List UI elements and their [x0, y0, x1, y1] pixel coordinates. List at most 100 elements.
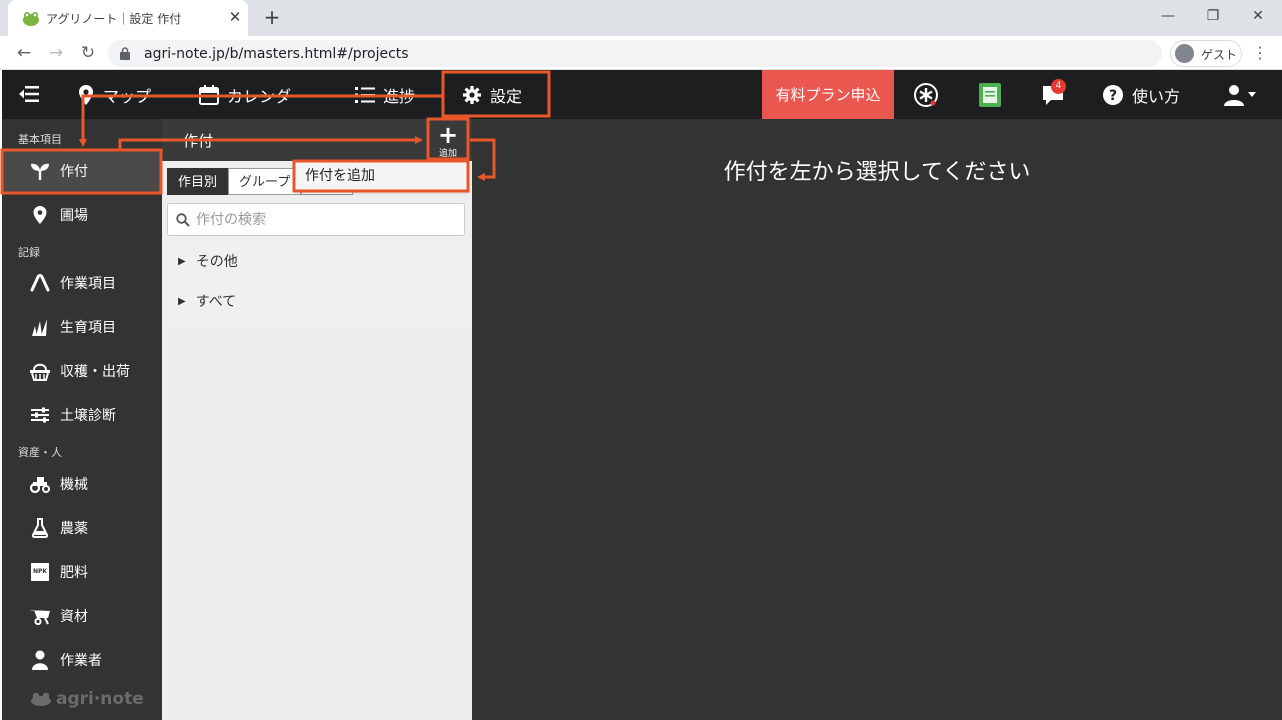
add-button[interactable]: + 追加: [428, 119, 468, 161]
sidebar-item-label: 収穫・出荷: [60, 364, 130, 380]
wheelbarrow-icon: [30, 610, 50, 625]
sidebar-item-machines[interactable]: 機械: [2, 462, 162, 506]
avatar-icon: [1175, 44, 1194, 63]
sidebar: 基本項目 作付 圃場 記録 作業項目 生育項目 収穫・出荷 土壌診断 資産・人 …: [2, 119, 162, 720]
tree-item-label: その他: [195, 254, 238, 270]
add-crop-menu-item[interactable]: 作付を追加: [294, 161, 468, 191]
window-close-button[interactable]: ✕: [1240, 4, 1276, 28]
sidebar-item-fields[interactable]: 圃場: [2, 193, 162, 237]
nav-map-label: マップ: [103, 86, 152, 106]
reload-icon[interactable]: ↻: [76, 41, 100, 65]
work-icon: [30, 274, 50, 292]
asterisk-button[interactable]: [913, 82, 939, 108]
tree-item-all[interactable]: ▶ すべて: [162, 281, 472, 321]
search-icon: [176, 213, 190, 227]
empty-state-message: 作付を左から選択してください: [723, 160, 1031, 185]
calendar-icon: [199, 84, 219, 105]
location-pin-icon: [33, 206, 47, 224]
sidebar-item-crops[interactable]: 作付: [2, 149, 162, 193]
profile-label: ゲスト: [1201, 48, 1238, 62]
sidebar-item-work[interactable]: 作業項目: [2, 261, 162, 305]
gear-icon: [463, 85, 481, 104]
new-tab-button[interactable]: +: [260, 5, 284, 29]
report-book-button[interactable]: [977, 82, 1003, 108]
frog-logo-icon: [31, 692, 51, 706]
sidebar-item-label: 機械: [60, 477, 88, 493]
flask-icon: [31, 518, 49, 538]
list-icon: [355, 86, 375, 103]
section-records-label: 記録: [18, 246, 40, 259]
sidebar-item-growth[interactable]: 生育項目: [2, 305, 162, 349]
plus-icon: +: [438, 121, 459, 149]
profile-button[interactable]: ゲスト: [1170, 40, 1242, 67]
user-menu-button[interactable]: [1224, 82, 1258, 108]
crop-list-panel: 作付 + 追加 作目別 グループ ▶ その他 ▶ すべて: [162, 119, 472, 720]
sidebar-item-label: 作業者: [60, 653, 102, 669]
forward-arrow-icon[interactable]: →: [44, 41, 68, 65]
section-assets-label: 資産・人: [18, 446, 62, 459]
section-basic-label: 基本項目: [18, 133, 62, 146]
nav-map[interactable]: マップ: [77, 70, 151, 119]
sidebar-item-harvest[interactable]: 収穫・出荷: [2, 349, 162, 393]
person-icon: [32, 650, 48, 670]
logo-text: agri·note: [56, 689, 144, 709]
browser-tabstrip: アグリノート｜設定 作付 ✕ + — ❐ ✕: [0, 0, 1282, 36]
menu-collapse-icon[interactable]: [18, 85, 40, 103]
nav-calendar[interactable]: カレンダー: [199, 70, 307, 119]
sidebar-item-label: 資材: [60, 609, 88, 625]
basket-icon: [30, 363, 50, 381]
tab-by-group[interactable]: グループ: [228, 168, 302, 195]
back-arrow-icon[interactable]: ←: [12, 41, 36, 65]
sidebar-item-materials[interactable]: 資材: [2, 594, 162, 638]
sprout-icon: [31, 163, 49, 180]
map-pin-icon: [79, 84, 93, 105]
npk-icon: NPK: [31, 563, 49, 581]
sidebar-item-label: 土壌診断: [60, 408, 116, 424]
svg-text:?: ?: [1109, 88, 1117, 104]
sidebar-item-pesticides[interactable]: 農薬: [2, 506, 162, 550]
sidebar-item-label: 生育項目: [60, 320, 116, 336]
url-text: agri-note.jp/b/masters.html#/projects: [144, 46, 409, 62]
sidebar-item-label: 作付: [60, 164, 88, 180]
tree-item-label: すべて: [195, 294, 237, 310]
browser-menu-icon[interactable]: ⋮: [1251, 41, 1269, 65]
notification-badge: 4: [1051, 79, 1066, 94]
user-dropdown-icon: [1224, 85, 1256, 106]
crop-tree: ▶ その他 ▶ すべて: [162, 241, 472, 321]
tree-item-other[interactable]: ▶ その他: [162, 241, 472, 281]
sidebar-item-workers[interactable]: 作業者: [2, 638, 162, 682]
grass-icon: [32, 319, 47, 336]
sidebar-item-label: 圃場: [60, 208, 88, 224]
restore-button[interactable]: ❐: [1195, 4, 1231, 28]
tab-close-icon[interactable]: ✕: [225, 7, 245, 27]
nav-settings[interactable]: 設定: [462, 70, 522, 119]
tractor-icon: [29, 477, 50, 493]
url-field[interactable]: agri-note.jp/b/masters.html#/projects: [108, 40, 1162, 67]
paid-plan-button[interactable]: 有料プラン申込: [762, 70, 894, 119]
browser-tab[interactable]: アグリノート｜設定 作付 ✕: [8, 0, 248, 36]
expand-triangle-icon: ▶: [178, 295, 186, 307]
sidebar-item-label: 肥料: [60, 565, 88, 581]
expand-triangle-icon: ▶: [178, 255, 186, 267]
sidebar-item-soil[interactable]: 土壌診断: [2, 393, 162, 437]
nav-progress[interactable]: 進捗: [355, 70, 415, 119]
main-content: 作付を左から選択してください: [472, 119, 1282, 720]
help-link[interactable]: ? 使い方: [1102, 70, 1180, 119]
nav-settings-label: 設定: [490, 86, 523, 106]
address-bar-row: ← → ↻ agri-note.jp/b/masters.html#/proje…: [0, 36, 1282, 70]
panel-title: 作付: [183, 132, 214, 150]
crop-search: [167, 203, 465, 236]
asterisk-circle-icon: [914, 83, 938, 107]
nav-calendar-label: カレンダー: [227, 86, 308, 106]
search-input[interactable]: [196, 204, 456, 235]
tab-title: アグリノート｜設定 作付: [46, 12, 182, 26]
sidebar-item-label: 農薬: [60, 521, 88, 537]
sliders-icon: [31, 407, 49, 423]
app-header: マップ カレンダー 進捗 設定 有料プラン申込 4 ? 使い方: [2, 70, 1282, 119]
minimize-button[interactable]: —: [1150, 4, 1186, 28]
sidebar-item-fertilizer[interactable]: NPK 肥料: [2, 550, 162, 594]
app-logo: agri·note: [30, 689, 144, 709]
sidebar-item-label: 作業項目: [60, 276, 116, 292]
lock-icon: [120, 47, 130, 60]
tab-by-crop[interactable]: 作目別: [167, 168, 229, 195]
